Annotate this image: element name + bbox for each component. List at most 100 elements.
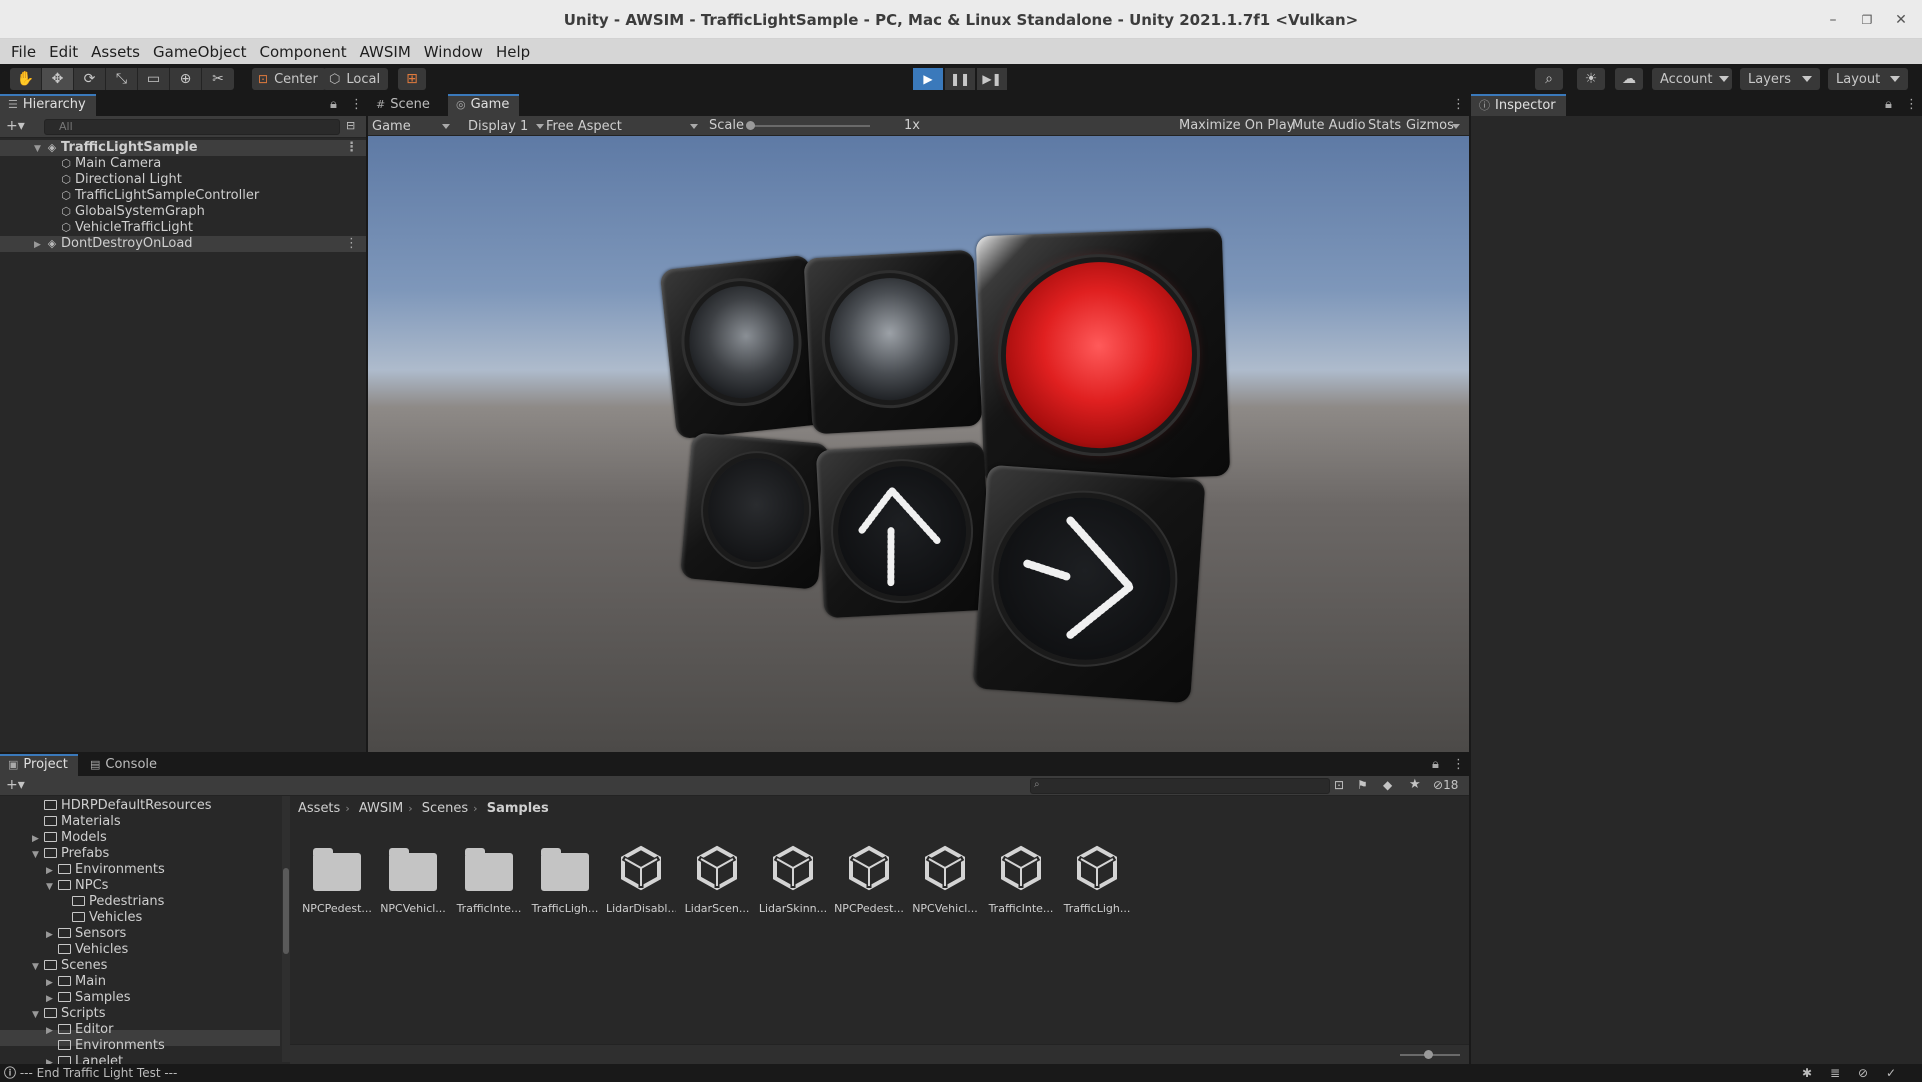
search-icon[interactable]: ⌕ (1535, 68, 1563, 90)
expand-arrow-icon[interactable]: ▶ (46, 1055, 56, 1064)
aspect-dropdown[interactable]: Free Aspect (542, 116, 702, 136)
tree-item[interactable]: Environments (46, 1038, 165, 1054)
bug-icon[interactable]: ✱ (1802, 1064, 1812, 1082)
menu-gameobject[interactable]: GameObject (150, 43, 257, 61)
breadcrumb-item[interactable]: Scenes (422, 801, 468, 816)
tree-item[interactable]: ▶ Environments (46, 862, 165, 878)
tab-scene[interactable]: # Scene (368, 94, 440, 116)
grid-snap-icon[interactable]: ⊞ (398, 68, 426, 90)
expand-arrow-icon[interactable]: ▼ (32, 959, 42, 975)
asset-item[interactable]: LidarScen... (682, 842, 752, 915)
more-options-icon[interactable]: ⋮ (1905, 97, 1918, 112)
icon-size-slider-thumb[interactable] (1424, 1050, 1433, 1059)
expand-arrow-icon[interactable]: ▶ (32, 831, 42, 847)
asset-item[interactable]: TrafficLigh... (530, 842, 600, 915)
expand-arrow-icon[interactable]: ▼ (32, 1007, 42, 1023)
favorite-icon[interactable]: ★ (1409, 777, 1421, 792)
stats-toggle[interactable]: Stats (1368, 118, 1401, 133)
pivot-local-button[interactable]: ⬡ Local (323, 68, 389, 90)
asset-item[interactable]: TrafficInte... (986, 842, 1056, 915)
breadcrumb-item[interactable]: Samples (487, 801, 549, 816)
tab-console[interactable]: ▤ Console (82, 754, 167, 776)
move-icon[interactable]: ✥ (42, 68, 74, 90)
more-options-icon[interactable]: ⋮ (1452, 97, 1465, 112)
expand-arrow-icon[interactable]: ▶ (46, 1023, 56, 1039)
tree-item[interactable]: Materials (32, 814, 121, 830)
more-options-icon[interactable]: ⋮ (345, 236, 358, 252)
scene-visibility-icon[interactable]: ⊟ (346, 119, 355, 132)
hidden-packages-icon[interactable]: ⊘18 (1433, 778, 1458, 792)
menu-file[interactable]: File (8, 43, 46, 61)
custom-tool-icon[interactable]: ✂ (202, 68, 234, 90)
menu-window[interactable]: Window (421, 43, 493, 61)
menu-assets[interactable]: Assets (88, 43, 150, 61)
tree-item[interactable]: ▼ NPCs (46, 878, 108, 894)
expand-arrow-icon[interactable]: ▶ (46, 991, 56, 1007)
tree-item[interactable]: Vehicles (60, 910, 142, 926)
pause-icon[interactable]: ❚❚ (945, 68, 975, 90)
more-options-icon[interactable]: ⋮ (345, 140, 358, 156)
tab-game[interactable]: ◎ Game (448, 94, 520, 116)
tree-item[interactable]: Pedestrians (60, 894, 164, 910)
add-icon[interactable]: +▾ (6, 777, 25, 793)
breadcrumb-item[interactable]: Assets (298, 801, 340, 816)
menu-help[interactable]: Help (493, 43, 540, 61)
asset-item[interactable]: NPCPedest... (302, 842, 372, 915)
menu-awsim[interactable]: AWSIM (357, 43, 421, 61)
breadcrumb-item[interactable]: AWSIM (359, 801, 403, 816)
tree-scrollbar-thumb[interactable] (283, 868, 289, 954)
more-options-icon[interactable]: ⋮ (350, 97, 363, 112)
tree-item[interactable]: ▶ Editor (46, 1022, 113, 1038)
play-icon[interactable]: ▶ (913, 68, 943, 90)
lock-icon[interactable]: 🔒︎ (1432, 757, 1439, 772)
gizmos-toggle[interactable]: Gizmos (1406, 118, 1454, 133)
asset-item[interactable]: LidarDisabl... (606, 842, 676, 915)
expand-arrow-icon[interactable]: ▶ (46, 927, 56, 943)
filter-type-icon[interactable]: ⊡ (1334, 778, 1344, 792)
asset-item[interactable]: TrafficLigh... (1062, 842, 1132, 915)
hierarchy-item[interactable]: ▶ ◈ DontDestroyOnLoad ⋮ (0, 236, 366, 252)
account-dropdown[interactable]: Account (1652, 68, 1732, 90)
mute-audio-toggle[interactable]: Mute Audio (1292, 118, 1366, 133)
auto-generate-lighting-icon[interactable]: ⊘ (1858, 1064, 1868, 1082)
layout-dropdown[interactable]: Layout (1828, 68, 1908, 90)
asset-item[interactable]: LidarSkinn... (758, 842, 828, 915)
hierarchy-item[interactable]: ▼ ◈ TrafficLightSample ⋮ (0, 140, 366, 156)
tree-item[interactable]: ▼ Scripts (32, 1006, 105, 1022)
asset-item[interactable]: TrafficInte... (454, 842, 524, 915)
tree-item[interactable]: Vehicles (46, 942, 128, 958)
chevron-down-icon[interactable] (1452, 124, 1460, 129)
expand-arrow-icon[interactable]: ▶ (46, 863, 56, 879)
hierarchy-item[interactable]: ⬡ VehicleTrafficLight (0, 220, 366, 236)
progress-icon[interactable]: ≣ (1830, 1064, 1840, 1082)
minimize-icon[interactable]: – (1822, 9, 1844, 31)
tab-inspector[interactable]: ⓘ Inspector (1471, 94, 1566, 116)
tree-scrollbar[interactable] (282, 796, 290, 1062)
add-icon[interactable]: +▾ (6, 118, 25, 134)
expand-arrow-icon[interactable]: ▼ (46, 879, 56, 895)
expand-arrow-icon[interactable]: ▼ (34, 141, 44, 157)
asset-item[interactable]: NPCVehicl... (378, 842, 448, 915)
hierarchy-item[interactable]: ⬡ TrafficLightSampleController (0, 188, 366, 204)
scale-icon[interactable]: ⤡ (106, 68, 138, 90)
restore-icon[interactable]: ❐ (1856, 9, 1878, 31)
game-viewport[interactable] (368, 136, 1469, 752)
step-icon[interactable]: ▶❚ (977, 68, 1007, 90)
maximize-on-play-toggle[interactable]: Maximize On Play (1179, 118, 1294, 133)
hierarchy-search-input[interactable]: All (44, 119, 340, 135)
lock-icon[interactable]: 🔒︎ (1885, 97, 1892, 112)
tree-item[interactable]: ▼ Scenes (32, 958, 107, 974)
tag-icon[interactable]: ◆ (1383, 778, 1392, 792)
project-search-input[interactable] (1030, 778, 1330, 794)
filter-label-icon[interactable]: ⚑ (1357, 778, 1368, 792)
layers-dropdown[interactable]: Layers (1740, 68, 1820, 90)
tree-item[interactable]: ▶ Models (32, 830, 107, 846)
cloud-icon[interactable]: ☁ (1615, 68, 1643, 90)
tab-hierarchy[interactable]: ☰ Hierarchy (0, 94, 96, 116)
tree-item[interactable]: ▶ Samples (46, 990, 131, 1006)
rotate-icon[interactable]: ⟳ (74, 68, 106, 90)
tree-item[interactable]: ▶ Sensors (46, 926, 126, 942)
more-options-icon[interactable]: ⋮ (1452, 757, 1465, 772)
hierarchy-item[interactable]: ⬡ Directional Light (0, 172, 366, 188)
tab-project[interactable]: ▣ Project (0, 754, 78, 776)
